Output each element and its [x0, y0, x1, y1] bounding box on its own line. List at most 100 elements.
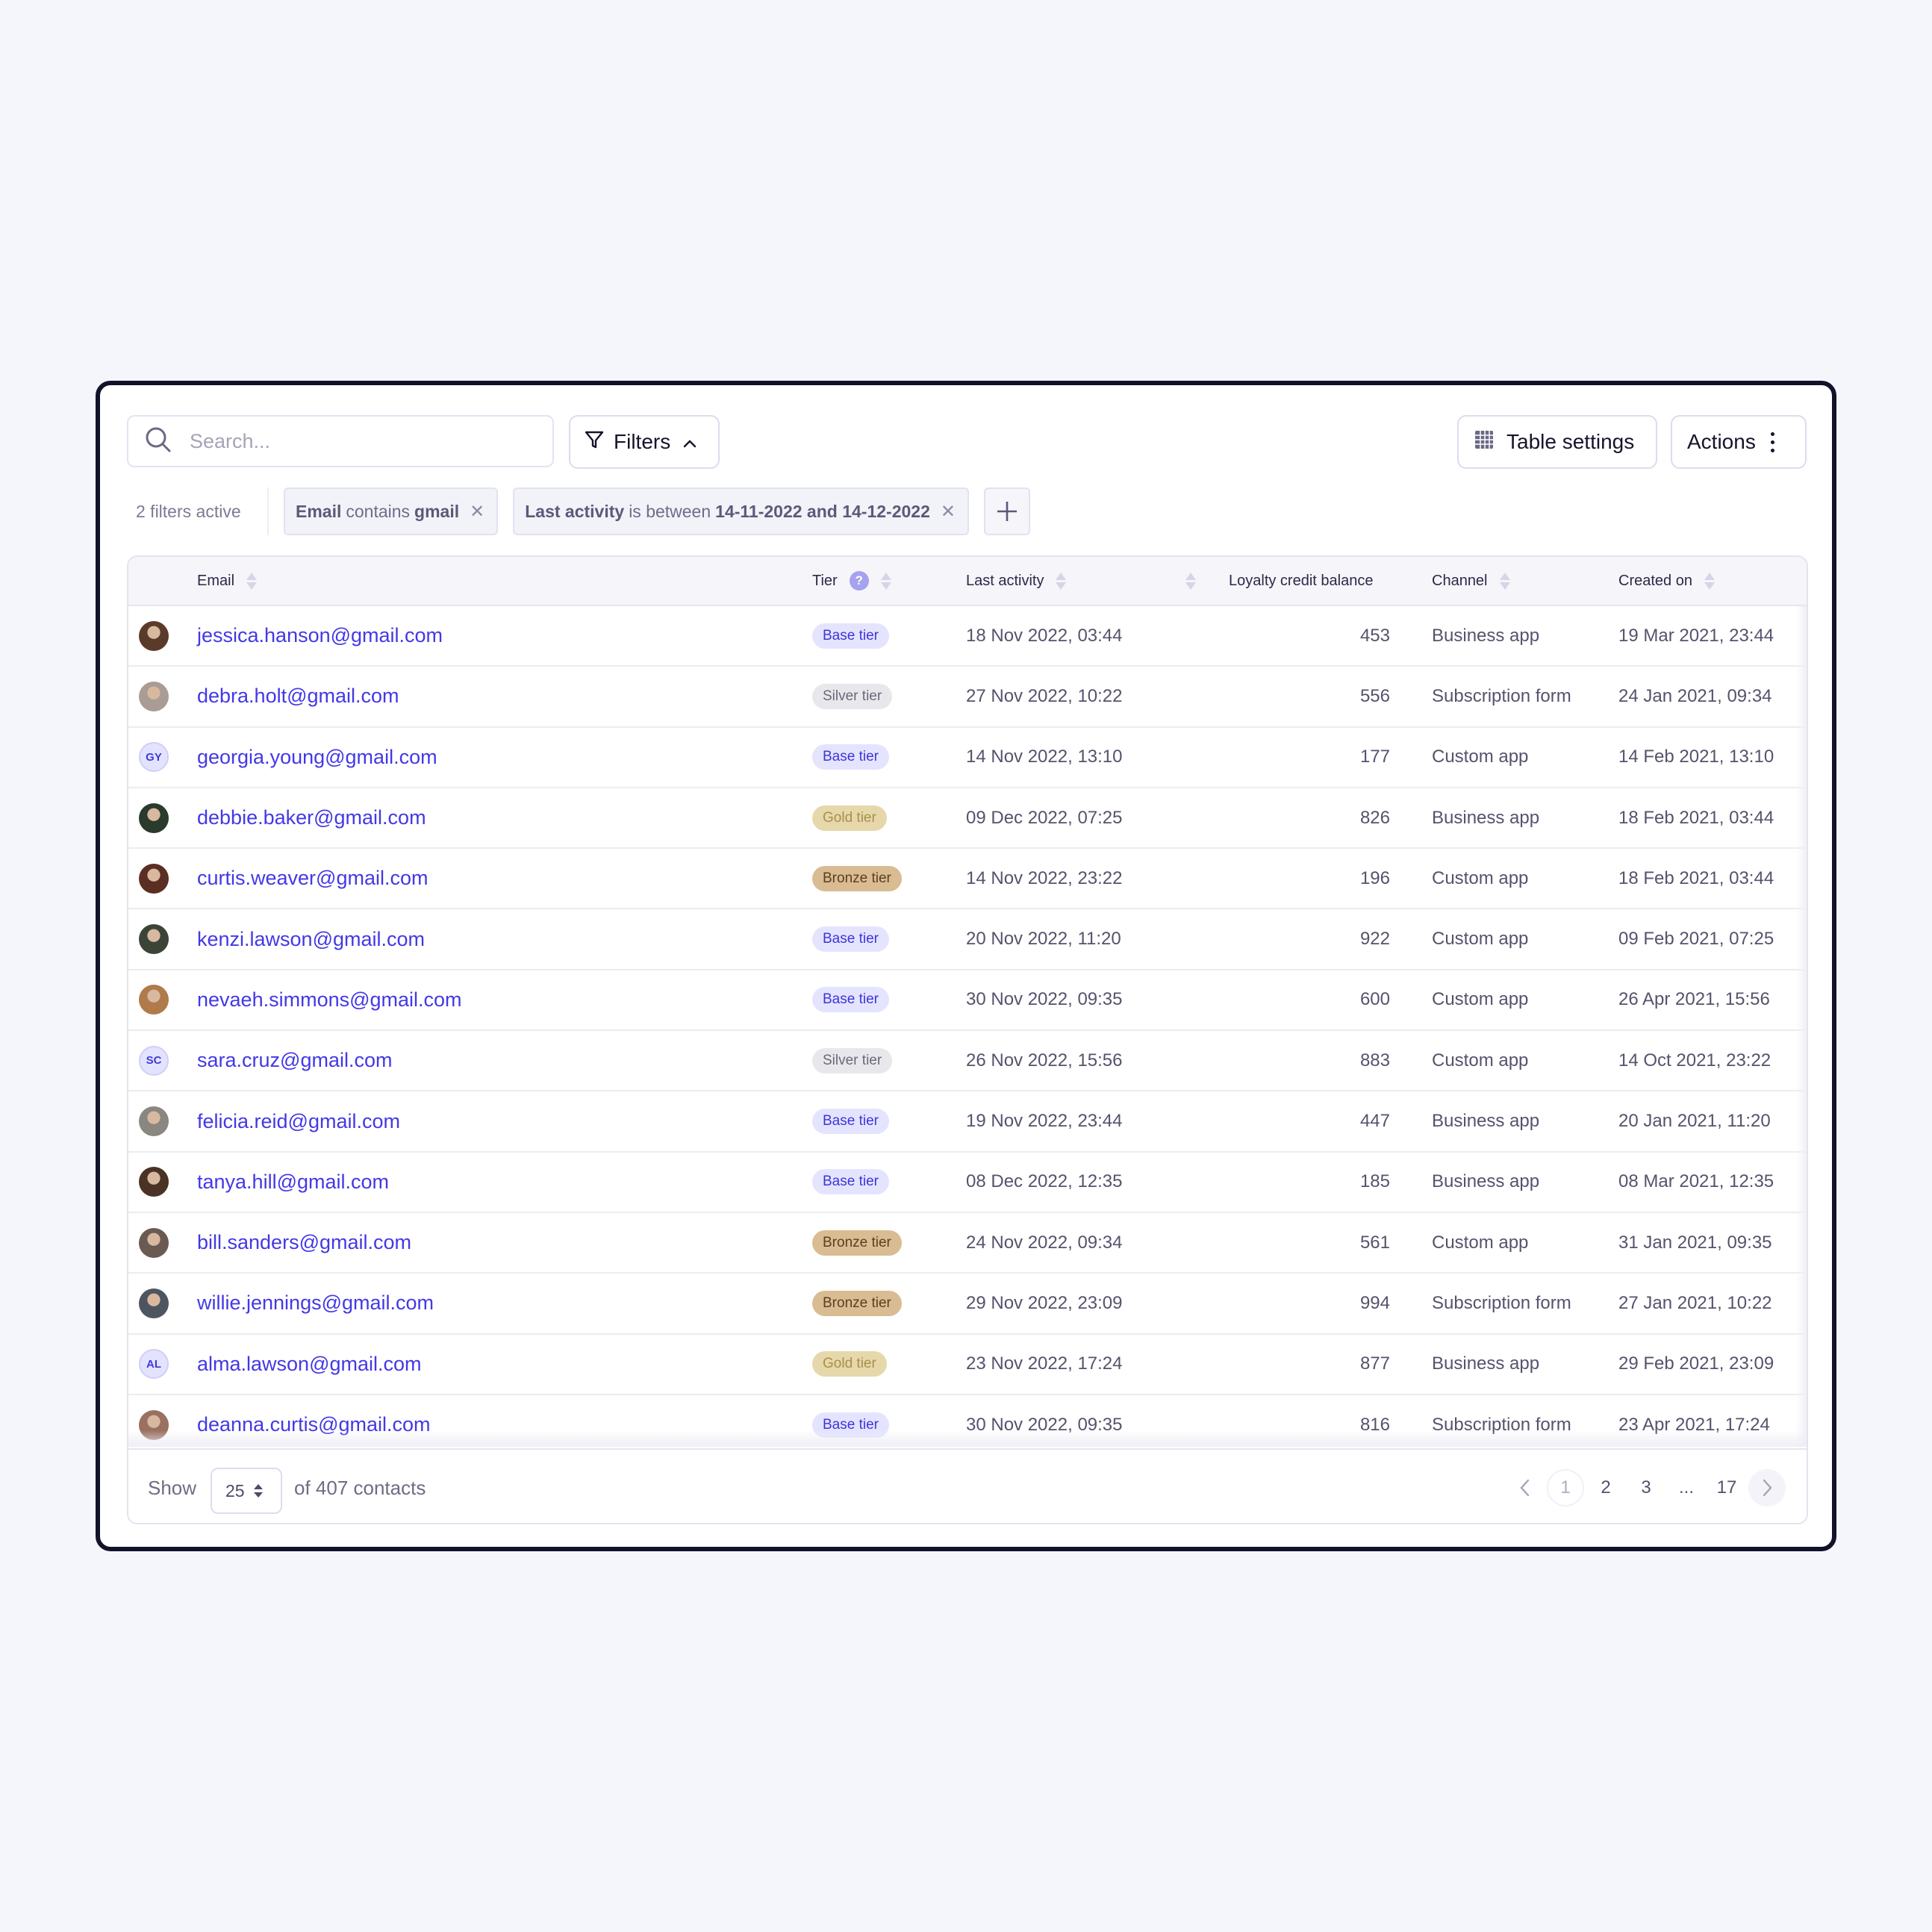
column-header-loyalty[interactable]: Loyalty credit balance — [1229, 557, 1373, 605]
filter-chip-last-activity[interactable]: Last activity is between 14-11-2022 and … — [513, 487, 969, 535]
page-size-select[interactable]: 25 — [211, 1468, 282, 1514]
avatar-cell — [139, 1274, 169, 1333]
search-input[interactable] — [190, 429, 518, 453]
actions-button[interactable]: Actions — [1671, 415, 1807, 469]
table-row[interactable]: tanya.hill@gmail.com Base tier 08 Dec 2022… — [128, 1153, 1807, 1213]
column-header-tier[interactable]: Tier ? — [812, 557, 891, 605]
tier-cell: Bronze tier — [812, 849, 947, 908]
search-field[interactable] — [127, 415, 554, 467]
filter-field: Last activity — [525, 501, 625, 521]
table-row[interactable]: jessica.hanson@gmail.com Base tier 18 Nov … — [128, 606, 1807, 667]
email-link[interactable]: alma.lawson@gmail.com — [197, 1353, 422, 1376]
created-on-cell: 24 Jan 2021, 09:34 — [1618, 685, 1772, 706]
table-row[interactable]: debbie.baker@gmail.com Gold tier 09 Dec 20… — [128, 788, 1807, 850]
avatar-cell — [139, 667, 169, 726]
table-row[interactable]: felicia.reid@gmail.com Base tier 19 Nov 20… — [128, 1091, 1807, 1153]
email-link[interactable]: kenzi.lawson@gmail.com — [197, 928, 425, 951]
table-footer: Show 25 of 407 contacts 1 2 3... 17 — [128, 1448, 1807, 1523]
column-label: Email — [197, 572, 235, 589]
help-icon[interactable]: ? — [849, 571, 869, 590]
email-link[interactable]: willie.jennings@gmail.com — [197, 1291, 434, 1315]
contacts-table-panel: Filters Table settings Actions 2 filters… — [96, 381, 1836, 1551]
channel-cell: Business app — [1432, 1353, 1540, 1374]
sort-icon[interactable] — [880, 572, 891, 590]
last-activity-cell: 20 Nov 2022, 11:20 — [966, 929, 1121, 950]
filter-operator: is between — [629, 501, 711, 521]
page-button[interactable]: 17 — [1708, 1469, 1745, 1506]
email-link[interactable]: nevaeh.simmons@gmail.com — [197, 988, 462, 1012]
next-page-button[interactable] — [1748, 1469, 1786, 1506]
column-header-last-activity[interactable]: Last activity — [966, 557, 1067, 605]
sort-icon[interactable] — [246, 572, 258, 590]
avatar — [139, 1106, 169, 1137]
email-link[interactable]: bill.sanders@gmail.com — [197, 1231, 411, 1254]
loyalty-cell: 185 — [1359, 1171, 1390, 1192]
prev-page-button[interactable] — [1506, 1469, 1544, 1506]
close-icon[interactable]: ✕ — [941, 501, 956, 523]
column-header-loyalty-sort[interactable] — [1174, 557, 1196, 605]
tier-badge: Silver tier — [812, 1047, 893, 1073]
sort-icon[interactable] — [1056, 572, 1067, 590]
table-settings-label: Table settings — [1506, 430, 1635, 453]
table-settings-button[interactable]: Table settings — [1457, 415, 1657, 469]
avatar — [139, 681, 169, 711]
email-link[interactable]: sara.cruz@gmail.com — [197, 1049, 392, 1072]
column-header-created-on[interactable]: Created on — [1618, 557, 1715, 605]
tier-badge: Bronze tier — [812, 1290, 902, 1316]
table-row[interactable]: willie.jennings@gmail.com Bronze tier 29 N… — [128, 1274, 1807, 1335]
email-link[interactable]: debra.holt@gmail.com — [197, 685, 399, 708]
filter-field: Email — [296, 501, 342, 521]
email-link[interactable]: debbie.baker@gmail.com — [197, 806, 426, 829]
email-link[interactable]: felicia.reid@gmail.com — [197, 1110, 400, 1133]
email-link[interactable]: jessica.hanson@gmail.com — [197, 624, 443, 647]
add-filter-button[interactable] — [983, 487, 1030, 535]
channel-cell: Custom app — [1432, 867, 1529, 888]
email-link[interactable]: curtis.weaver@gmail.com — [197, 867, 429, 890]
sort-icon[interactable] — [1704, 572, 1715, 590]
email-link[interactable]: tanya.hill@gmail.com — [197, 1171, 389, 1194]
table-row[interactable]: AL alma.lawson@gmail.com Gold tier 23 Nov 2… — [128, 1335, 1807, 1395]
avatar-cell — [139, 970, 169, 1029]
table-row[interactable]: curtis.weaver@gmail.com Bronze tier 14 Nov… — [128, 849, 1807, 910]
page-button[interactable]: 2 — [1587, 1469, 1624, 1506]
tier-badge: Base tier — [812, 1412, 889, 1438]
avatar — [139, 985, 169, 1015]
column-header-channel[interactable]: Channel — [1432, 557, 1510, 605]
table-row[interactable]: nevaeh.simmons@gmail.com Base tier 30 Nov … — [128, 970, 1807, 1032]
avatar — [139, 803, 169, 833]
table-row[interactable]: deanna.curtis@gmail.com Base tier 30 Nov 2… — [128, 1395, 1807, 1447]
loyalty-cell: 816 — [1359, 1414, 1390, 1435]
tier-cell: Base tier — [812, 1395, 947, 1447]
scrollbar[interactable] — [1796, 606, 1807, 1447]
avatar — [139, 863, 169, 894]
avatar — [139, 924, 169, 955]
filters-button[interactable]: Filters — [569, 415, 720, 469]
last-activity-cell: 08 Dec 2022, 12:35 — [966, 1171, 1123, 1192]
last-activity-cell: 09 Dec 2022, 07:25 — [966, 807, 1123, 828]
page-button[interactable]: 3 — [1627, 1469, 1665, 1506]
chevron-up-icon — [682, 430, 697, 454]
channel-cell: Subscription form — [1432, 685, 1571, 706]
column-header-email[interactable]: Email — [197, 557, 258, 605]
avatar — [139, 620, 169, 651]
table-row[interactable]: debra.holt@gmail.com Silver tier 27 Nov 20… — [128, 667, 1807, 728]
avatar: SC — [139, 1045, 169, 1076]
sort-icon[interactable] — [1185, 572, 1196, 590]
filters-active-count: 2 filters active — [136, 501, 241, 521]
table-grid-icon — [1474, 429, 1495, 455]
email-link[interactable]: deanna.curtis@gmail.com — [197, 1413, 431, 1436]
close-icon[interactable]: ✕ — [470, 501, 484, 523]
table-row[interactable]: kenzi.lawson@gmail.com Base tier 20 Nov 20… — [128, 909, 1807, 970]
sort-icon[interactable] — [1499, 572, 1510, 590]
table-row[interactable]: bill.sanders@gmail.com Bronze tier 24 Nov … — [128, 1213, 1807, 1274]
avatar-cell — [139, 909, 169, 968]
filter-chip-email[interactable]: Email contains gmail ✕ — [284, 487, 499, 535]
table-row[interactable]: GY georgia.young@gmail.com Base tier 14 Nov… — [128, 728, 1807, 788]
created-on-cell: 14 Oct 2021, 23:22 — [1618, 1050, 1771, 1071]
created-on-cell: 27 Jan 2021, 10:22 — [1618, 1292, 1772, 1313]
column-label: Last activity — [966, 572, 1044, 589]
table-row[interactable]: SC sara.cruz@gmail.com Silver tier 26 Nov 2… — [128, 1031, 1807, 1092]
filters-button-label: Filters — [614, 430, 671, 453]
page-button[interactable]: 1 — [1547, 1469, 1584, 1506]
email-link[interactable]: georgia.young@gmail.com — [197, 746, 437, 769]
